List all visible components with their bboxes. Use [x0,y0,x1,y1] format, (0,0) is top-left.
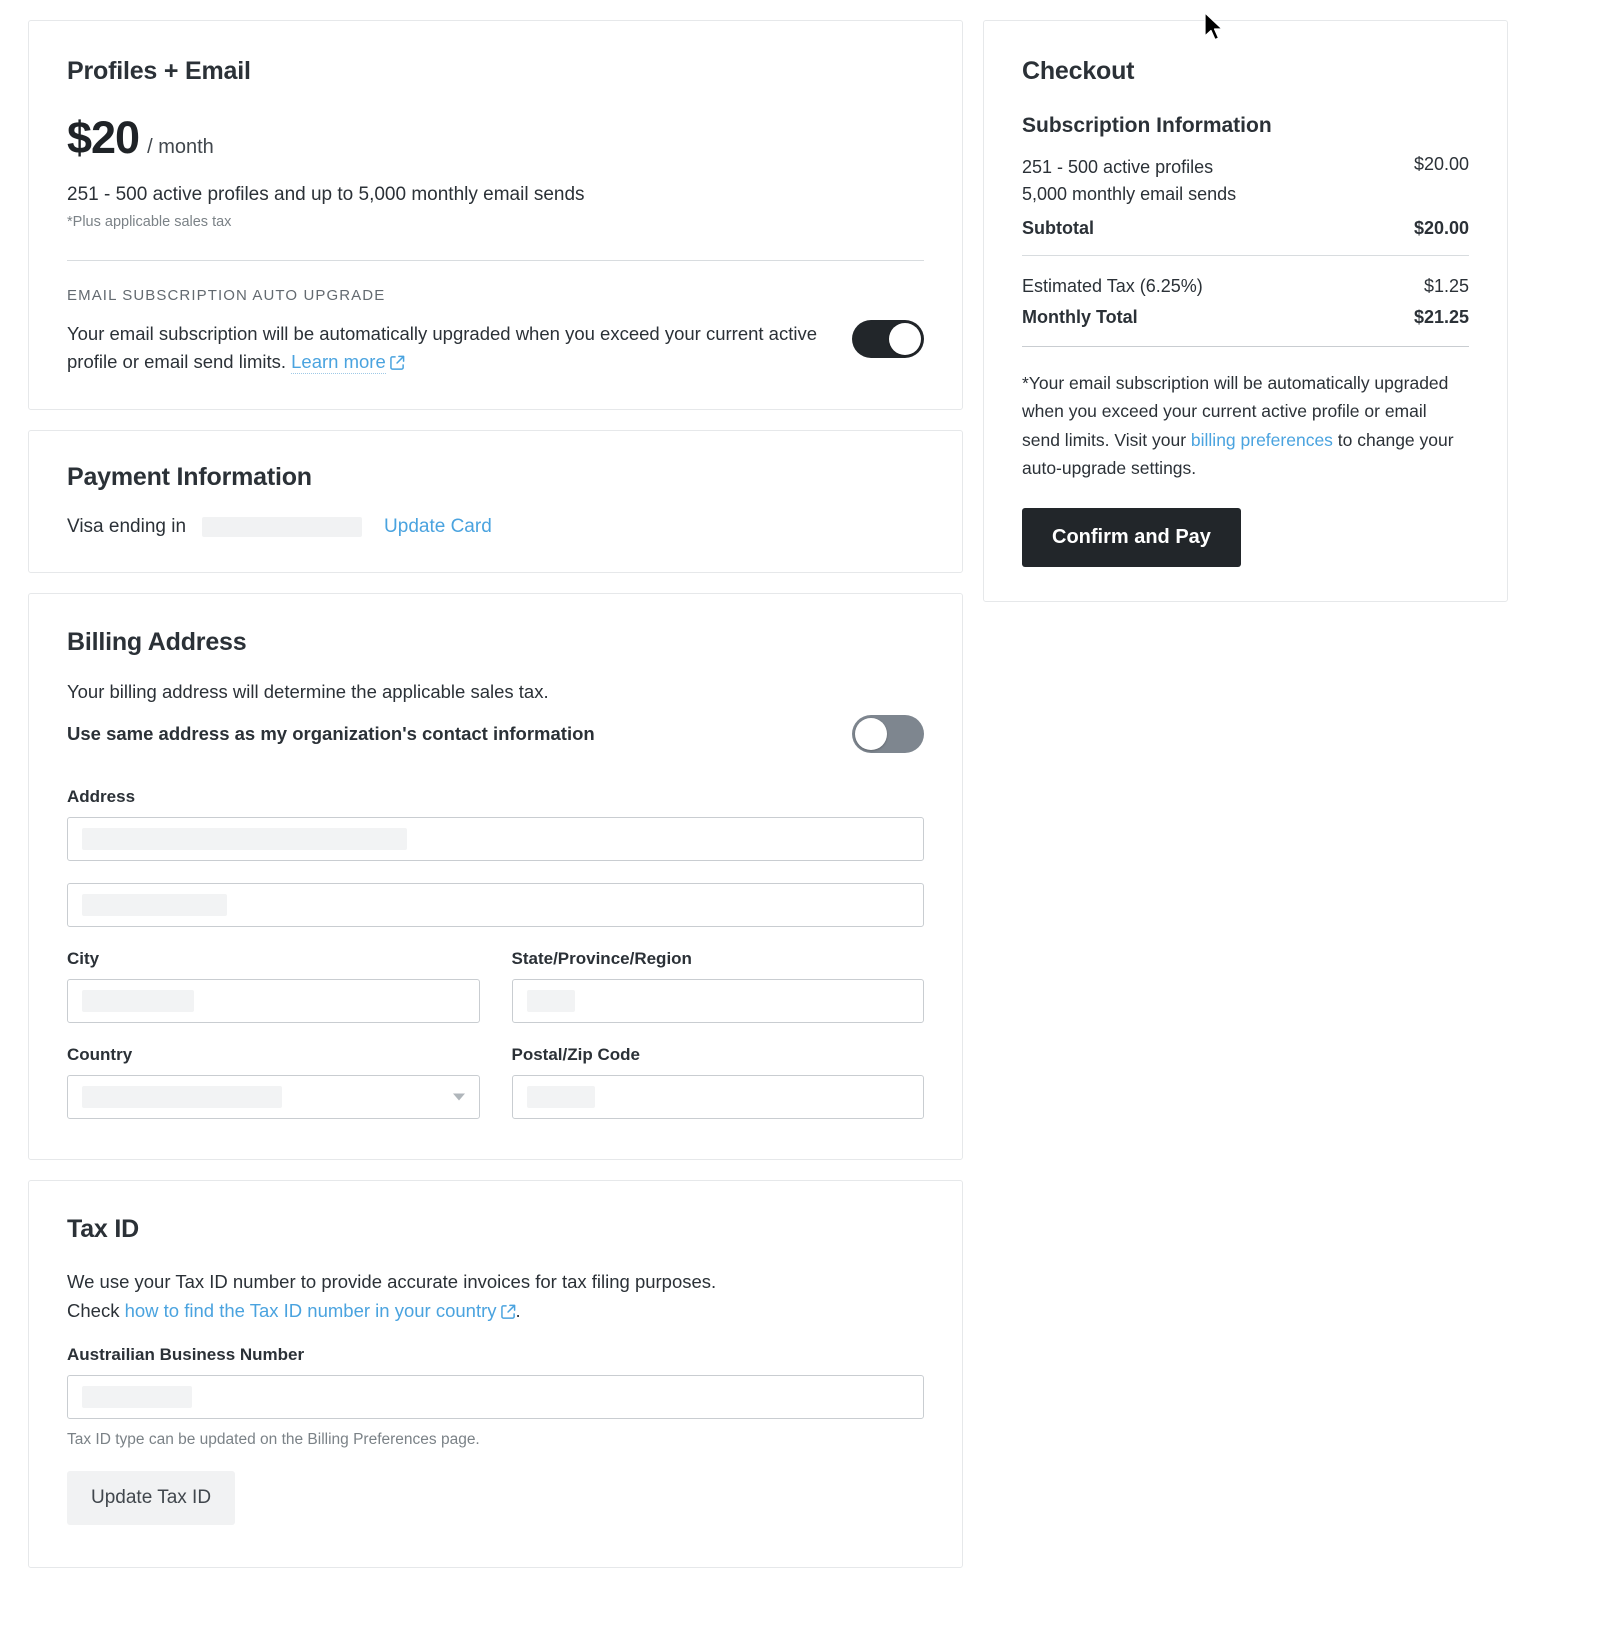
address-line1-input[interactable] [67,816,924,861]
state-label: State/Province/Region [511,948,692,968]
payment-information-heading: Payment Information [67,462,312,491]
confirm-and-pay-button[interactable]: Confirm and Pay [1022,508,1241,568]
page-columns: Profiles + Email $20 / month 251 - 500 a… [0,20,1610,1588]
tax-id-description-period: . [515,1299,521,1321]
same-address-toggle[interactable] [852,714,924,753]
tax-id-card: Tax ID We use your Tax ID number to prov… [28,1179,963,1569]
payment-information-card: Payment Information Visa ending in Updat… [28,429,963,573]
subscription-line-description: 251 - 500 active profiles 5,000 monthly … [1022,154,1236,208]
postal-redacted-value [526,1085,595,1108]
monthly-total-amount: $21.25 [1413,307,1469,327]
city-input[interactable] [67,978,480,1023]
auto-upgrade-description: Your email subscription will be automati… [67,320,827,379]
country-postal-row: Country Postal/Zip Code [67,1045,924,1119]
right-column: Checkout Subscription Information 251 - … [983,20,1508,622]
tax-id-help-link[interactable]: how to find the Tax ID number in your co… [125,1300,497,1321]
city-field-block: City [67,949,480,1023]
checkout-card: Checkout Subscription Information 251 - … [983,20,1508,603]
payment-card-number-redacted [202,516,363,537]
state-input[interactable] [511,978,924,1023]
state-field-block: State/Province/Region [511,948,924,1023]
auto-upgrade-row: Your email subscription will be automati… [67,319,924,379]
update-tax-id-button[interactable]: Update Tax ID [67,1471,236,1526]
plan-price-period: / month [147,136,214,158]
toggle-knob [889,322,921,355]
subtotal-amount: $20.00 [1413,218,1469,238]
city-label: City [67,948,100,968]
update-card-link[interactable]: Update Card [384,516,492,538]
auto-upgrade-eyebrow: EMAIL SUBSCRIPTION AUTO UPGRADE [67,286,386,304]
tax-id-description-line1: We use your Tax ID number to provide acc… [67,1270,717,1292]
address-field-block: Address [67,787,924,861]
monthly-total-label: Monthly Total [1022,307,1138,327]
postal-field-block: Postal/Zip Code [511,1044,924,1119]
learn-more-link[interactable]: Learn more [291,351,386,375]
billing-address-heading: Billing Address [67,627,247,656]
tax-id-input[interactable] [67,1375,924,1420]
country-select[interactable] [67,1074,480,1119]
external-link-icon [500,1299,516,1328]
address-line2-input[interactable] [67,882,924,927]
subtotal-row: Subtotal $20.00 [1022,218,1469,239]
tax-id-field-label: Austrailian Business Number [67,1345,305,1365]
checkout-page: Profiles + Email $20 / month 251 - 500 a… [0,0,1610,1642]
checkout-divider-1 [1022,255,1469,256]
address-line2-field-block [67,882,924,927]
tax-id-description: We use your Tax ID number to provide acc… [67,1268,924,1327]
tax-id-description-check: Check [67,1299,120,1321]
billing-preferences-link[interactable]: billing preferences [1191,430,1333,450]
plan-divider [67,259,924,261]
address-line2-redacted-value [82,893,227,916]
checkout-disclaimer: *Your email subscription will be automat… [1022,369,1469,482]
external-link-icon [389,350,405,379]
estimated-tax-amount: $1.25 [1423,276,1469,296]
billing-address-card: Billing Address Your billing address wil… [28,592,963,1160]
city-redacted-value [82,989,194,1012]
tax-id-redacted-value [82,1386,192,1409]
left-column: Profiles + Email $20 / month 251 - 500 a… [28,20,963,1588]
postal-input[interactable] [511,1074,924,1119]
subscription-line-amount: $20.00 [1413,154,1469,174]
subscription-line-desc2: 5,000 monthly email sends [1022,184,1237,204]
same-address-row: Use same address as my organization's co… [67,714,924,753]
postal-label: Postal/Zip Code [511,1044,640,1064]
estimated-tax-label: Estimated Tax (6.25%) [1022,276,1203,296]
billing-address-description: Your billing address will determine the … [67,680,549,702]
tax-id-hint: Tax ID type can be updated on the Billin… [67,1431,480,1449]
toggle-knob [855,717,887,750]
tax-id-heading: Tax ID [67,1214,139,1243]
same-address-label: Use same address as my organization's co… [67,722,595,744]
monthly-total-row: Monthly Total $21.25 [1022,307,1469,328]
chevron-down-icon [452,1093,465,1101]
subscription-information-heading: Subscription Information [1022,114,1272,137]
plan-price-row: $20 / month [67,112,924,164]
plan-price-amount: $20 [67,112,140,163]
city-state-row: City State/Province/Region [67,949,924,1023]
plan-summary-card: Profiles + Email $20 / month 251 - 500 a… [28,20,963,410]
country-field-block: Country [67,1045,480,1119]
plan-title: Profiles + Email [67,57,251,85]
country-redacted-value [82,1085,282,1108]
payment-card-row: Visa ending in Update Card [67,516,924,538]
auto-upgrade-toggle[interactable] [852,319,924,358]
plan-tax-note: *Plus applicable sales tax [67,213,232,230]
subscription-line-item: 251 - 500 active profiles 5,000 monthly … [1022,154,1469,208]
estimated-tax-row: Estimated Tax (6.25%) $1.25 [1022,276,1469,297]
subscription-line-desc1: 251 - 500 active profiles [1022,157,1214,177]
address-label: Address [67,786,136,806]
plan-description: 251 - 500 active profiles and up to 5,00… [67,184,585,205]
checkout-divider-2 [1022,346,1469,347]
auto-upgrade-text: Your email subscription will be automati… [67,322,817,373]
payment-card-label: Visa ending in [67,515,187,537]
country-label: Country [67,1044,133,1064]
subtotal-label: Subtotal [1022,218,1094,238]
learn-more-label: Learn more [291,351,386,373]
address-line1-redacted-value [82,827,407,850]
state-redacted-value [526,989,575,1012]
checkout-title: Checkout [1022,57,1135,85]
